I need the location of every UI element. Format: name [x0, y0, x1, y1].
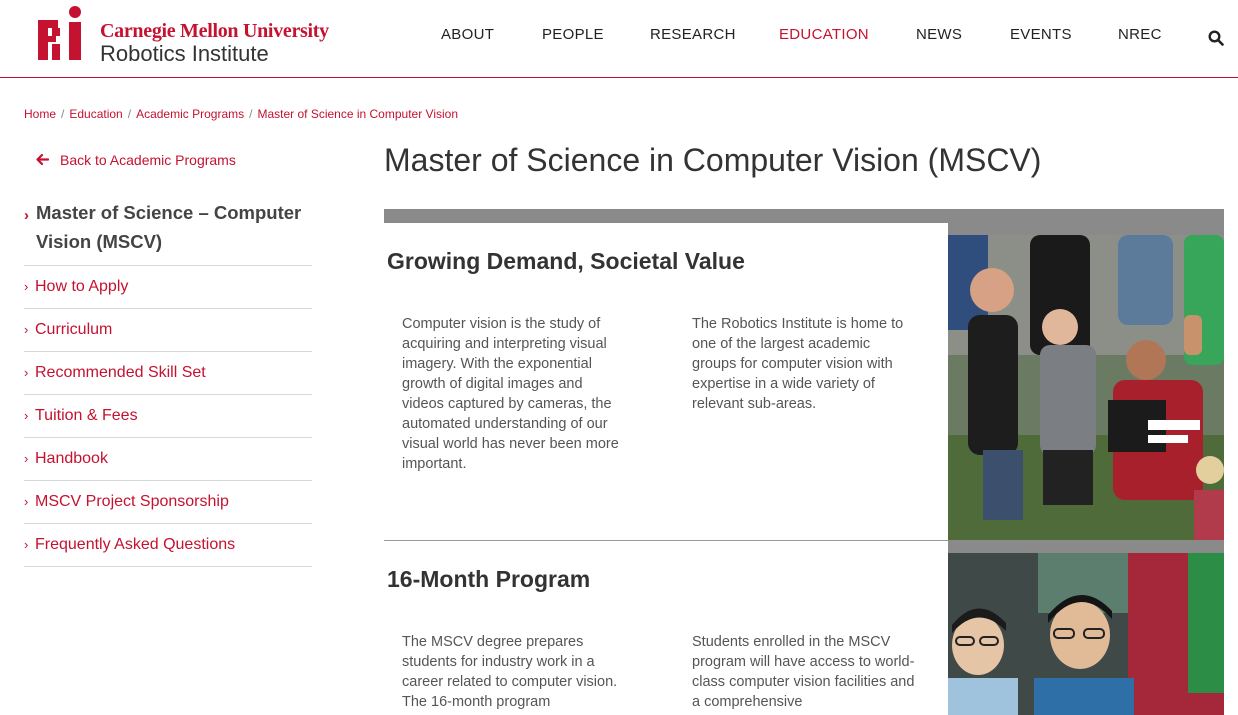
section-1-column-2: The Robotics Institute is home to one of…	[692, 316, 904, 412]
sidebar-item-sponsorship[interactable]: › MSCV Project Sponsorship	[24, 481, 312, 524]
sidebar-item-label: Recommended Skill Set	[35, 364, 206, 381]
breadcrumb-education[interactable]: Education	[69, 107, 122, 121]
back-link-label: Back to Academic Programs	[60, 152, 236, 168]
sidebar-nav: › Master of Science – Computer Vision (M…	[24, 196, 312, 567]
search-icon[interactable]	[1208, 30, 1224, 46]
section-divider	[384, 540, 948, 541]
breadcrumb-separator: /	[61, 107, 65, 121]
nav-nrec[interactable]: NREC	[1118, 26, 1162, 43]
students-looking-up-illustration	[948, 553, 1224, 715]
chevron-right-icon: ›	[24, 537, 29, 552]
chevron-right-icon: ›	[24, 279, 29, 294]
breadcrumb-separator: /	[127, 107, 132, 121]
breadcrumb: Home / Education / Academic Programs / Master …	[24, 107, 458, 121]
back-to-programs-link[interactable]: Back to Academic Programs	[36, 152, 236, 168]
nav-education[interactable]: EDUCATION	[779, 26, 869, 43]
chevron-right-icon: ›	[24, 408, 29, 423]
page-title: Master of Science in Computer Vision (MS…	[384, 142, 1042, 178]
students-photo	[948, 235, 1224, 540]
nav-research[interactable]: RESEARCH	[650, 26, 736, 43]
students-photo-illustration	[948, 235, 1224, 540]
logo-institute-name: Robotics Institute	[100, 41, 269, 66]
site-header: Carnegie Mellon University Robotics Inst…	[0, 0, 1238, 78]
chevron-right-icon: ›	[24, 322, 29, 337]
sidebar-item-label: MSCV Project Sponsorship	[35, 493, 229, 510]
section-heading-growing-demand: Growing Demand, Societal Value	[387, 248, 745, 274]
sidebar-item-curriculum[interactable]: › Curriculum	[24, 309, 312, 352]
section-2-column-1: The MSCV degree prepares students for in…	[402, 634, 618, 710]
image-top-bar	[948, 222, 1224, 235]
sidebar-item-label: Master of Science – Computer Vision (MSC…	[36, 202, 302, 252]
sidebar-item-label: Handbook	[35, 450, 108, 467]
breadcrumb-home[interactable]: Home	[24, 107, 56, 121]
sidebar-item-skill-set[interactable]: › Recommended Skill Set	[24, 352, 312, 395]
sidebar-item-label: Frequently Asked Questions	[35, 536, 236, 553]
sidebar-item-label: Tuition & Fees	[35, 407, 138, 424]
chevron-right-icon: ›	[24, 365, 29, 380]
section-1-column-1: Computer vision is the study of acquirin…	[402, 316, 619, 472]
chevron-right-icon: ›	[24, 207, 29, 224]
sidebar-item-how-to-apply[interactable]: › How to Apply	[24, 266, 312, 309]
logo-university-name: Carnegie Mellon University	[100, 20, 329, 42]
chevron-right-icon: ›	[24, 451, 29, 466]
sidebar-item-tuition[interactable]: › Tuition & Fees	[24, 395, 312, 438]
ri-logo-mark	[38, 6, 81, 60]
site-logo[interactable]: Carnegie Mellon University Robotics Inst…	[38, 6, 329, 66]
breadcrumb-current: Master of Science in Computer Vision	[257, 107, 459, 121]
students-looking-up-photo	[948, 553, 1224, 715]
section-heading-16-month: 16-Month Program	[387, 566, 591, 592]
sidebar-item-handbook[interactable]: › Handbook	[24, 438, 312, 481]
sidebar-item-faq[interactable]: › Frequently Asked Questions	[24, 524, 312, 567]
image-divider-bar	[948, 540, 1224, 553]
nav-events[interactable]: EVENTS	[1010, 26, 1072, 43]
chevron-right-icon: ›	[24, 494, 29, 509]
breadcrumb-academic-programs[interactable]: Academic Programs	[136, 107, 244, 121]
nav-about[interactable]: ABOUT	[441, 26, 494, 43]
sidebar-item-mscv[interactable]: › Master of Science – Computer Vision (M…	[24, 196, 312, 266]
arrow-left-icon	[36, 152, 50, 168]
sidebar-item-label: Curriculum	[35, 321, 113, 338]
section-top-bar	[384, 209, 1224, 223]
nav-people[interactable]: PEOPLE	[542, 26, 604, 43]
nav-news[interactable]: NEWS	[916, 26, 962, 43]
breadcrumb-separator: /	[249, 107, 253, 121]
section-2-column-2: Students enrolled in the MSCV program wi…	[692, 634, 915, 710]
sidebar-item-label: How to Apply	[35, 278, 129, 295]
